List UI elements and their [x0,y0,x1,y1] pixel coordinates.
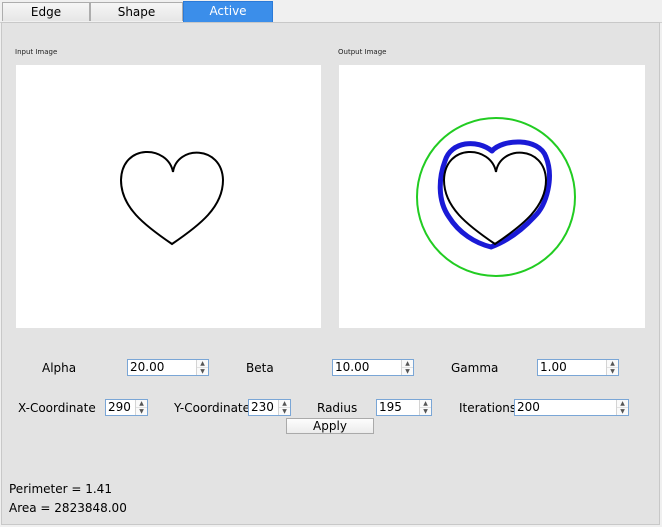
alpha-spinbox[interactable]: 20.00 ▲ ▼ [127,359,209,376]
y-coordinate-value: 230 [251,400,274,414]
iterations-value: 200 [517,400,540,414]
radius-value: 195 [379,400,402,414]
gamma-label: Gamma [451,361,499,375]
alpha-decrement-icon[interactable]: ▼ [197,368,208,375]
x-coordinate-decrement-icon[interactable]: ▼ [136,408,147,415]
tab-shape-detector[interactable]: Shape Detector [90,2,183,38]
beta-increment-icon[interactable]: ▲ [402,360,413,368]
tab-edge-detector[interactable]: Edge Detector [2,2,90,38]
iterations-increment-icon[interactable]: ▲ [617,400,628,408]
iterations-spinbox[interactable]: 200 ▲ ▼ [514,399,629,416]
beta-spin-arrows: ▲ ▼ [401,360,413,375]
output-image-label: Output Image [338,48,387,56]
x-coordinate-label: X-Coordinate [18,401,96,415]
output-image-view [339,65,645,328]
alpha-increment-icon[interactable]: ▲ [197,360,208,368]
x-coordinate-value: 290 [108,400,131,414]
radius-spinbox[interactable]: 195 ▲ ▼ [376,399,432,416]
perimeter-result: Perimeter = 1.41 [9,482,112,496]
alpha-label: Alpha [42,361,77,375]
y-coordinate-label: Y-Coordinate [174,401,251,415]
input-image-view [16,65,321,328]
radius-increment-icon[interactable]: ▲ [420,400,431,408]
x-coordinate-increment-icon[interactable]: ▲ [136,400,147,408]
apply-button[interactable]: Apply [286,418,374,434]
gamma-increment-icon[interactable]: ▲ [607,360,618,368]
y-coordinate-spinbox[interactable]: 230 ▲ ▼ [248,399,291,416]
area-result: Area = 2823848.00 [9,501,127,515]
y-coordinate-decrement-icon[interactable]: ▼ [279,408,290,415]
beta-value: 10.00 [335,360,370,374]
gamma-value: 1.00 [540,360,567,374]
radius-spin-arrows: ▲ ▼ [419,400,431,415]
y-coordinate-increment-icon[interactable]: ▲ [279,400,290,408]
beta-label: Beta [246,361,274,375]
gamma-spin-arrows: ▲ ▼ [606,360,618,375]
iterations-spin-arrows: ▲ ▼ [616,400,628,415]
radius-decrement-icon[interactable]: ▼ [420,408,431,415]
input-heart-shape [119,150,225,246]
active-contour-snake [437,139,552,250]
tab-active-contour[interactable]: Active Contour [183,1,273,37]
beta-spinbox[interactable]: 10.00 ▲ ▼ [332,359,414,376]
iterations-label: Iterations [459,401,517,415]
radius-label: Radius [317,401,358,415]
input-image-label: Input Image [15,48,58,56]
gamma-spinbox[interactable]: 1.00 ▲ ▼ [537,359,619,376]
tab-bar: Edge Detector Shape Detector Active Cont… [0,0,662,38]
gamma-decrement-icon[interactable]: ▼ [607,368,618,375]
beta-decrement-icon[interactable]: ▼ [402,368,413,375]
alpha-spin-arrows: ▲ ▼ [196,360,208,375]
x-coordinate-spin-arrows: ▲ ▼ [135,400,147,415]
iterations-decrement-icon[interactable]: ▼ [617,408,628,415]
x-coordinate-spinbox[interactable]: 290 ▲ ▼ [105,399,148,416]
y-coordinate-spin-arrows: ▲ ▼ [278,400,290,415]
alpha-value: 20.00 [130,360,165,374]
